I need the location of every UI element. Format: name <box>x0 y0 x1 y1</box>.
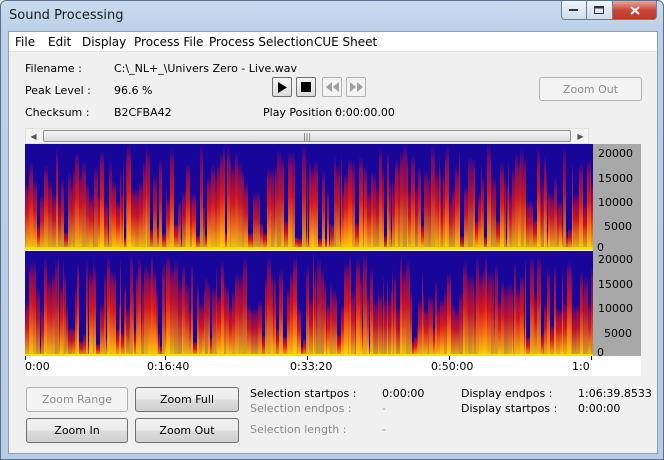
close-icon <box>629 5 640 15</box>
caption-buttons <box>561 1 657 20</box>
freq-label: 20000 <box>598 253 633 266</box>
client-area: File Edit Display Process File Process S… <box>8 31 658 454</box>
scrollbar-thumb[interactable]: ||| <box>43 130 571 142</box>
freq-label: 10000 <box>598 302 633 315</box>
checksum-label: Checksum : <box>25 106 90 119</box>
title-bar[interactable]: Sound Processing <box>1 1 663 31</box>
display-endpos-label: Display endpos : <box>461 387 553 400</box>
time-label: 0:50:00 <box>431 360 474 373</box>
freq-label: 15000 <box>598 172 633 185</box>
display-startpos-label: Display startpos : <box>461 402 558 415</box>
time-label: 0:16:40 <box>147 360 190 373</box>
menu-process-file[interactable]: Process File <box>134 35 203 49</box>
time-label: 0:33:20 <box>290 360 333 373</box>
freq-label: 5000 <box>604 327 632 340</box>
selection-length-value: - <box>382 423 386 436</box>
play-position-value: 0:00:00.00 <box>335 106 395 119</box>
play-button[interactable] <box>272 77 292 97</box>
freq-label: 5000 <box>604 220 632 233</box>
selection-endpos-label: Selection endpos : <box>250 402 352 415</box>
time-label: 0:00 <box>25 360 50 373</box>
scroll-left-icon[interactable]: ◀ <box>26 129 41 143</box>
fast-forward-icon <box>349 82 363 92</box>
app-window: Sound Processing File Edit Display Proce… <box>0 0 664 460</box>
scroll-right-icon[interactable]: ▶ <box>573 129 588 143</box>
zoom-out-button[interactable]: Zoom Out <box>135 418 239 443</box>
spectrogram-view[interactable] <box>25 144 593 356</box>
spectrogram-image <box>25 144 593 356</box>
freq-label: 15000 <box>598 278 633 291</box>
fast-forward-button[interactable] <box>346 77 366 97</box>
rewind-button[interactable] <box>322 77 342 97</box>
rewind-icon <box>325 82 339 92</box>
stop-icon <box>301 82 311 92</box>
selection-startpos-label: Selection startpos : <box>250 387 357 400</box>
play-position-label: Play Position : <box>263 106 340 119</box>
menu-edit[interactable]: Edit <box>48 35 71 49</box>
selection-startpos-value: 0:00:00 <box>382 387 425 400</box>
zoom-in-button[interactable]: Zoom In <box>26 418 128 443</box>
display-startpos-value: 0:00:00 <box>578 402 621 415</box>
time-axis <box>25 356 641 376</box>
menu-process-selection[interactable]: Process Selection <box>209 35 314 49</box>
menu-bar: File Edit Display Process File Process S… <box>9 32 657 52</box>
selection-length-label: Selection length : <box>250 423 347 436</box>
zoom-out-top-button[interactable]: Zoom Out <box>539 77 642 101</box>
horizontal-scrollbar[interactable]: ◀ ||| ▶ <box>25 128 589 144</box>
zoom-range-button[interactable]: Zoom Range <box>26 387 128 412</box>
menu-display[interactable]: Display <box>82 35 126 49</box>
checksum-value: B2CFBA42 <box>114 106 172 119</box>
time-tick <box>591 356 592 360</box>
filename-value: C:\_NL+_\Univers Zero - Live.wav <box>114 62 297 75</box>
minimize-button[interactable] <box>561 1 587 20</box>
freq-label: 20000 <box>598 147 633 160</box>
minimize-icon <box>569 9 578 11</box>
selection-endpos-value: - <box>382 402 386 415</box>
display-endpos-value: 1:06:39.8533 <box>578 387 652 400</box>
menu-cue-sheet[interactable]: CUE Sheet <box>314 35 377 49</box>
zoom-full-button[interactable]: Zoom Full <box>135 387 239 412</box>
freq-label: 10000 <box>598 196 633 209</box>
maximize-button[interactable] <box>587 1 613 20</box>
menu-file[interactable]: File <box>15 35 35 49</box>
time-label: 1:0 <box>572 360 590 373</box>
peak-level-label: Peak Level : <box>25 84 91 97</box>
maximize-icon <box>594 5 604 14</box>
play-icon <box>278 81 287 93</box>
close-button[interactable] <box>613 1 657 20</box>
stop-button[interactable] <box>296 77 316 97</box>
peak-level-value: 96.6 % <box>114 84 153 97</box>
window-title: Sound Processing <box>9 8 124 23</box>
filename-label: Filename : <box>25 62 82 75</box>
